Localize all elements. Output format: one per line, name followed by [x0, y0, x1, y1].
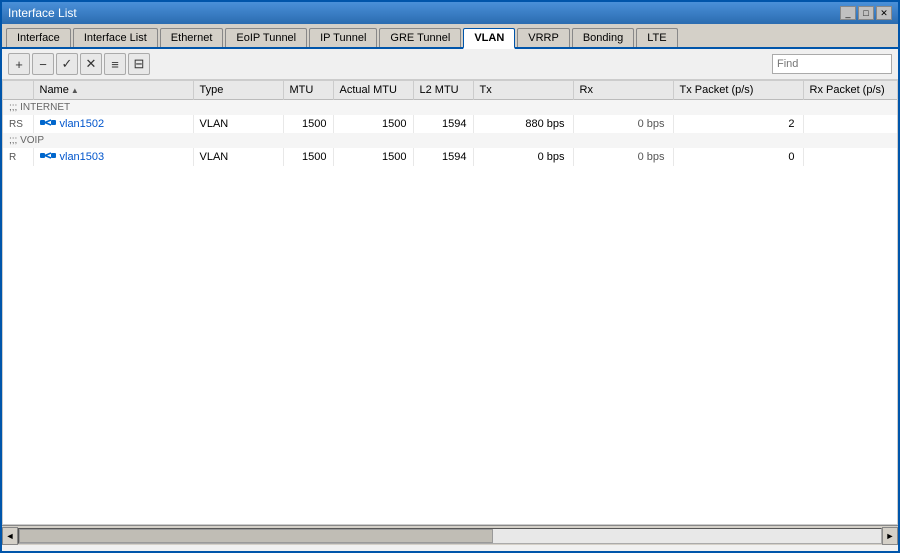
enable-button[interactable]: ✓	[56, 53, 78, 75]
scrollbar-container[interactable]	[18, 527, 882, 545]
cell-type: VLAN	[193, 115, 283, 133]
status-bar: ◄ ►	[2, 525, 898, 545]
tab-ethernet[interactable]: Ethernet	[160, 28, 224, 47]
cell-tx: 0 bps	[473, 148, 573, 166]
interface-table: Name▲TypeMTUActual MTUL2 MTUTxRxTx Packe…	[3, 81, 898, 166]
tab-lte[interactable]: LTE	[636, 28, 677, 47]
col-header-mtu[interactable]: MTU	[283, 81, 333, 100]
tab-eoip-tunnel[interactable]: EoIP Tunnel	[225, 28, 307, 47]
col-header-l2-mtu[interactable]: L2 MTU	[413, 81, 473, 100]
cell-tx: 880 bps	[473, 115, 573, 133]
window-title: Interface List	[8, 6, 77, 20]
find-input[interactable]	[772, 54, 892, 74]
interface-icon	[40, 150, 56, 164]
cell-l2-mtu: 1594	[413, 115, 473, 133]
interface-name-text: vlan1503	[60, 151, 105, 163]
cell-flag: R	[3, 148, 33, 166]
cell-mtu: 1500	[283, 148, 333, 166]
col-header-rx[interactable]: Rx	[573, 81, 673, 100]
col-header-tx-packet[interactable]: Tx Packet (p/s)	[673, 81, 803, 100]
col-header-name[interactable]: Name▲	[33, 81, 193, 100]
tab-interface[interactable]: Interface	[6, 28, 71, 47]
minimize-button[interactable]: _	[840, 6, 856, 20]
cell-l2-mtu: 1594	[413, 148, 473, 166]
col-header-type[interactable]: Type	[193, 81, 283, 100]
cell-rx-packet: 0	[803, 148, 898, 166]
tab-gre-tunnel[interactable]: GRE Tunnel	[379, 28, 461, 47]
scroll-right-button[interactable]: ►	[882, 527, 898, 545]
cell-flag: RS	[3, 115, 33, 133]
col-header-tx[interactable]: Tx	[473, 81, 573, 100]
group-header-voip: ;;; VOIP	[3, 133, 898, 148]
table-row[interactable]: RS vlan1502VLAN150015001594880 bps0 bps2…	[3, 115, 898, 133]
col-header-actual-mtu[interactable]: Actual MTU	[333, 81, 413, 100]
cell-rx: 0 bps	[573, 115, 673, 133]
main-window: Interface List _ □ ✕ InterfaceInterface …	[0, 0, 900, 553]
close-button[interactable]: ✕	[876, 6, 892, 20]
table-container[interactable]: Name▲TypeMTUActual MTUL2 MTUTxRxTx Packe…	[2, 80, 898, 525]
interface-name: vlan1502	[40, 117, 187, 131]
table-row[interactable]: R vlan1503VLAN1500150015940 bps0 bps00	[3, 148, 898, 166]
cell-name: vlan1503	[33, 148, 193, 166]
title-bar-buttons: _ □ ✕	[840, 6, 892, 20]
filter-button[interactable]: ⊟	[128, 53, 150, 75]
cell-mtu: 1500	[283, 115, 333, 133]
cell-rx-packet: 0	[803, 115, 898, 133]
cell-actual-mtu: 1500	[333, 115, 413, 133]
interface-name-text: vlan1502	[60, 118, 105, 130]
col-header-rx-packet[interactable]: Rx Packet (p/s)	[803, 81, 898, 100]
title-bar: Interface List _ □ ✕	[2, 2, 898, 24]
tab-vlan[interactable]: VLAN	[463, 28, 515, 49]
group-header-internet: ;;; INTERNET	[3, 100, 898, 116]
col-header-flag[interactable]	[3, 81, 33, 100]
cell-actual-mtu: 1500	[333, 148, 413, 166]
maximize-button[interactable]: □	[858, 6, 874, 20]
tab-bar: InterfaceInterface ListEthernetEoIP Tunn…	[2, 24, 898, 49]
add-button[interactable]: +	[8, 53, 30, 75]
interface-icon	[40, 117, 56, 131]
tab-vrrp[interactable]: VRRP	[517, 28, 570, 47]
cell-name: vlan1502	[33, 115, 193, 133]
comment-button[interactable]: ≡	[104, 53, 126, 75]
cell-type: VLAN	[193, 148, 283, 166]
cell-rx: 0 bps	[573, 148, 673, 166]
tab-interface-list[interactable]: Interface List	[73, 28, 158, 47]
cell-tx-packet: 0	[673, 148, 803, 166]
toolbar: + − ✓ ✕ ≡ ⊟	[2, 49, 898, 80]
remove-button[interactable]: −	[32, 53, 54, 75]
tab-ip-tunnel[interactable]: IP Tunnel	[309, 28, 377, 47]
cell-tx-packet: 2	[673, 115, 803, 133]
tab-bonding[interactable]: Bonding	[572, 28, 634, 47]
scroll-left-button[interactable]: ◄	[2, 527, 18, 545]
disable-button[interactable]: ✕	[80, 53, 102, 75]
interface-name: vlan1503	[40, 150, 187, 164]
